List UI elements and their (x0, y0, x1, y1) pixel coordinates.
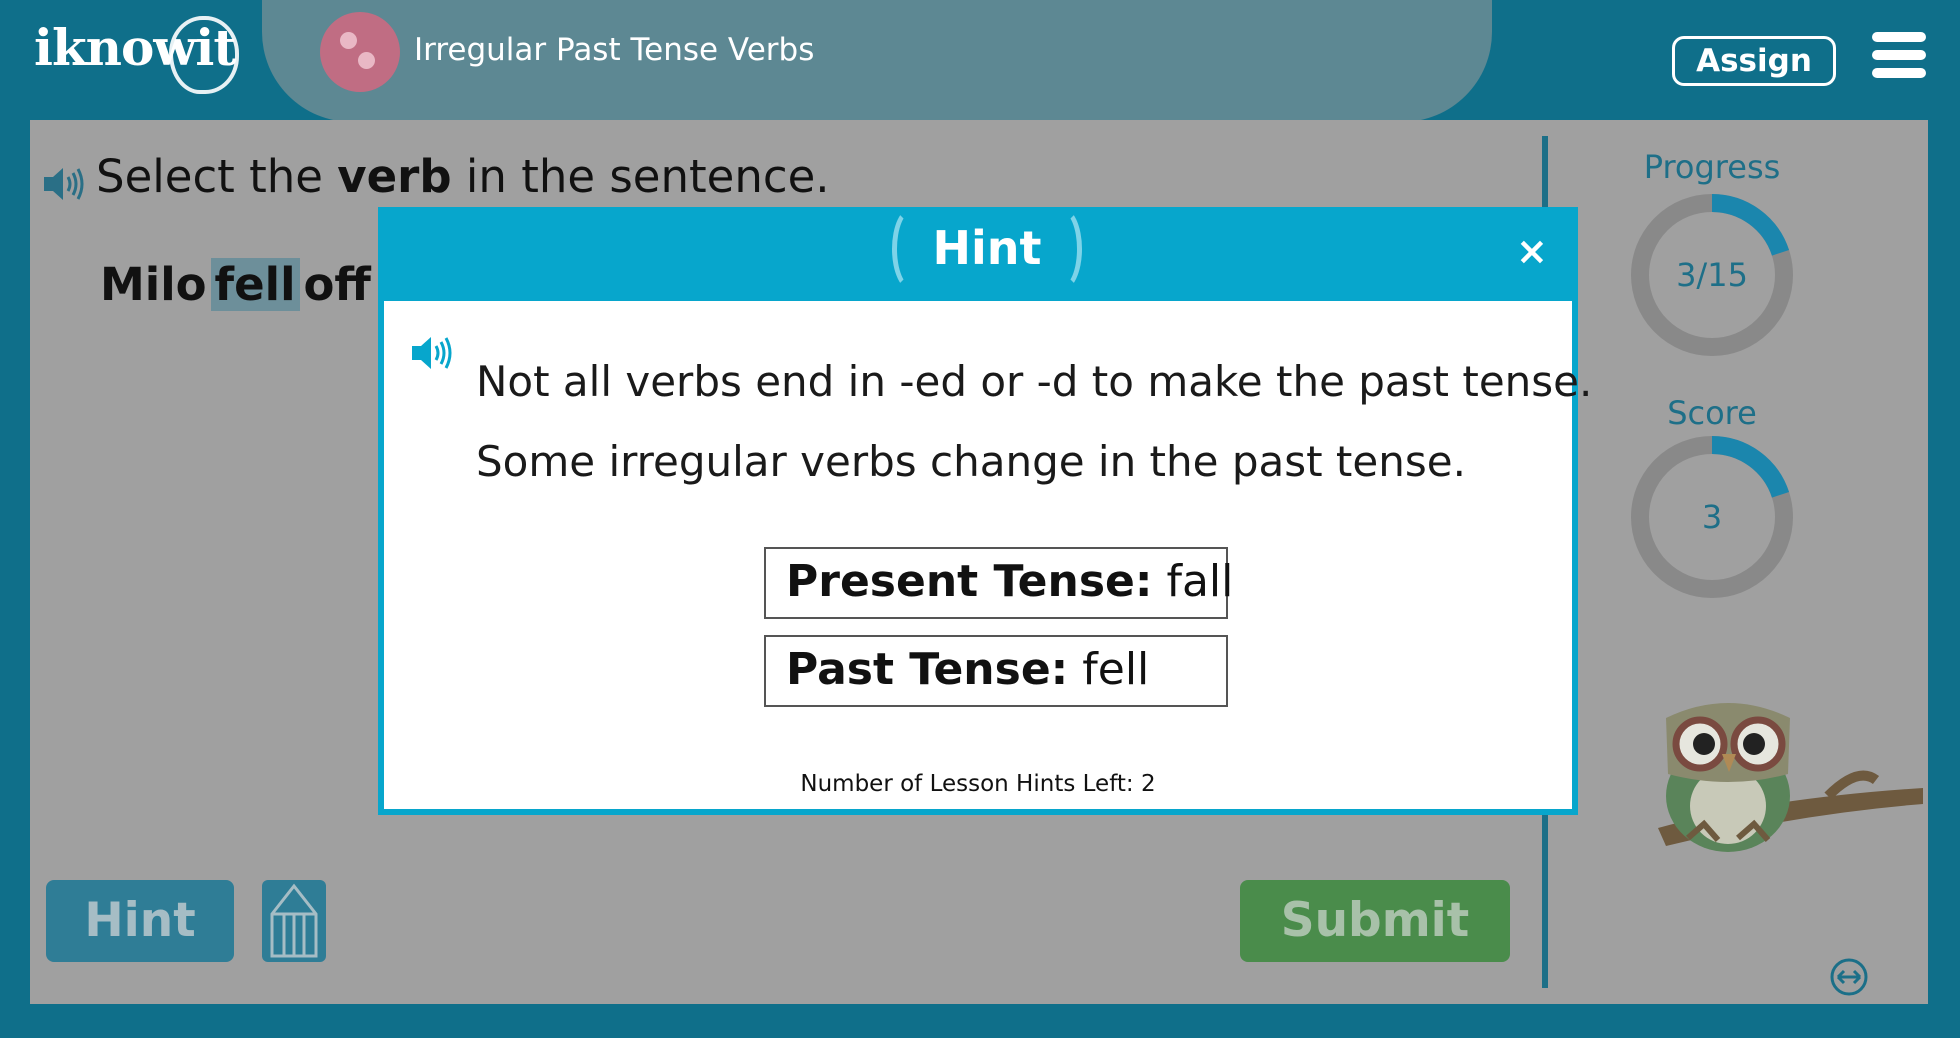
expand-arrows-icon[interactable] (1828, 956, 1870, 1002)
sentence: Milofelloffh (96, 258, 415, 311)
sentence-word[interactable]: Milo (96, 258, 211, 311)
pencil-icon[interactable] (262, 880, 326, 962)
hint-button[interactable]: Hint (46, 880, 234, 962)
past-tense-label: Past Tense: (786, 644, 1069, 695)
instruction-keyword: verb (337, 150, 452, 203)
hint-modal-header: Hint × (384, 207, 1572, 301)
past-tense-value: fell (1068, 644, 1150, 695)
iknowit-logo[interactable]: iknowit (34, 16, 240, 94)
lightbulb-icon (169, 16, 240, 94)
assign-button[interactable]: Assign (1672, 36, 1836, 86)
owl-mascot (1618, 678, 1928, 872)
present-tense-label: Present Tense: (786, 556, 1153, 607)
past-tense-box: Past Tense: fell (764, 635, 1228, 707)
hint-modal-title-wrap: Hint (892, 207, 1082, 291)
lesson-title: Irregular Past Tense Verbs (414, 32, 815, 68)
score-value: 3 (1701, 498, 1723, 536)
progress-ring: 3/15 (1629, 192, 1795, 358)
instruction-post: in the sentence. (451, 150, 830, 203)
hint-modal: Hint × Not all verbs end in -ed or -d to… (378, 207, 1592, 815)
hamburger-menu-icon[interactable] (1872, 32, 1926, 78)
sentence-word-selected[interactable]: fell (210, 258, 300, 311)
submit-button[interactable]: Submit (1240, 880, 1510, 962)
lesson-icon (320, 12, 400, 92)
present-tense-box: Present Tense: fall (764, 547, 1233, 619)
sentence-word[interactable]: off (300, 258, 375, 311)
instruction-pre: Select the (96, 150, 338, 203)
instruction-text: Select the verb in the sentence. (96, 150, 830, 203)
header: iknowit Irregular Past Tense Verbs Assig… (0, 0, 1960, 122)
hint-text-line-1: Not all verbs end in -ed or -d to make t… (476, 357, 1593, 406)
hints-left-count: 2 (1140, 771, 1156, 797)
hints-left-text: Number of Lesson Hints Left: 2 (384, 771, 1572, 797)
hint-text-line-2: Some irregular verbs change in the past … (476, 437, 1466, 486)
hints-left-label: Number of Lesson Hints Left: (800, 771, 1141, 797)
score-label: Score (1667, 394, 1757, 432)
hint-modal-title: Hint (932, 221, 1042, 275)
progress-value: 3/15 (1676, 256, 1748, 294)
speaker-icon[interactable] (410, 333, 454, 377)
speaker-icon[interactable] (42, 164, 86, 208)
present-tense-value: fall (1152, 556, 1234, 607)
close-icon[interactable]: × (1516, 227, 1548, 275)
progress-label: Progress (1643, 148, 1781, 186)
score-ring: 3 (1629, 434, 1795, 600)
